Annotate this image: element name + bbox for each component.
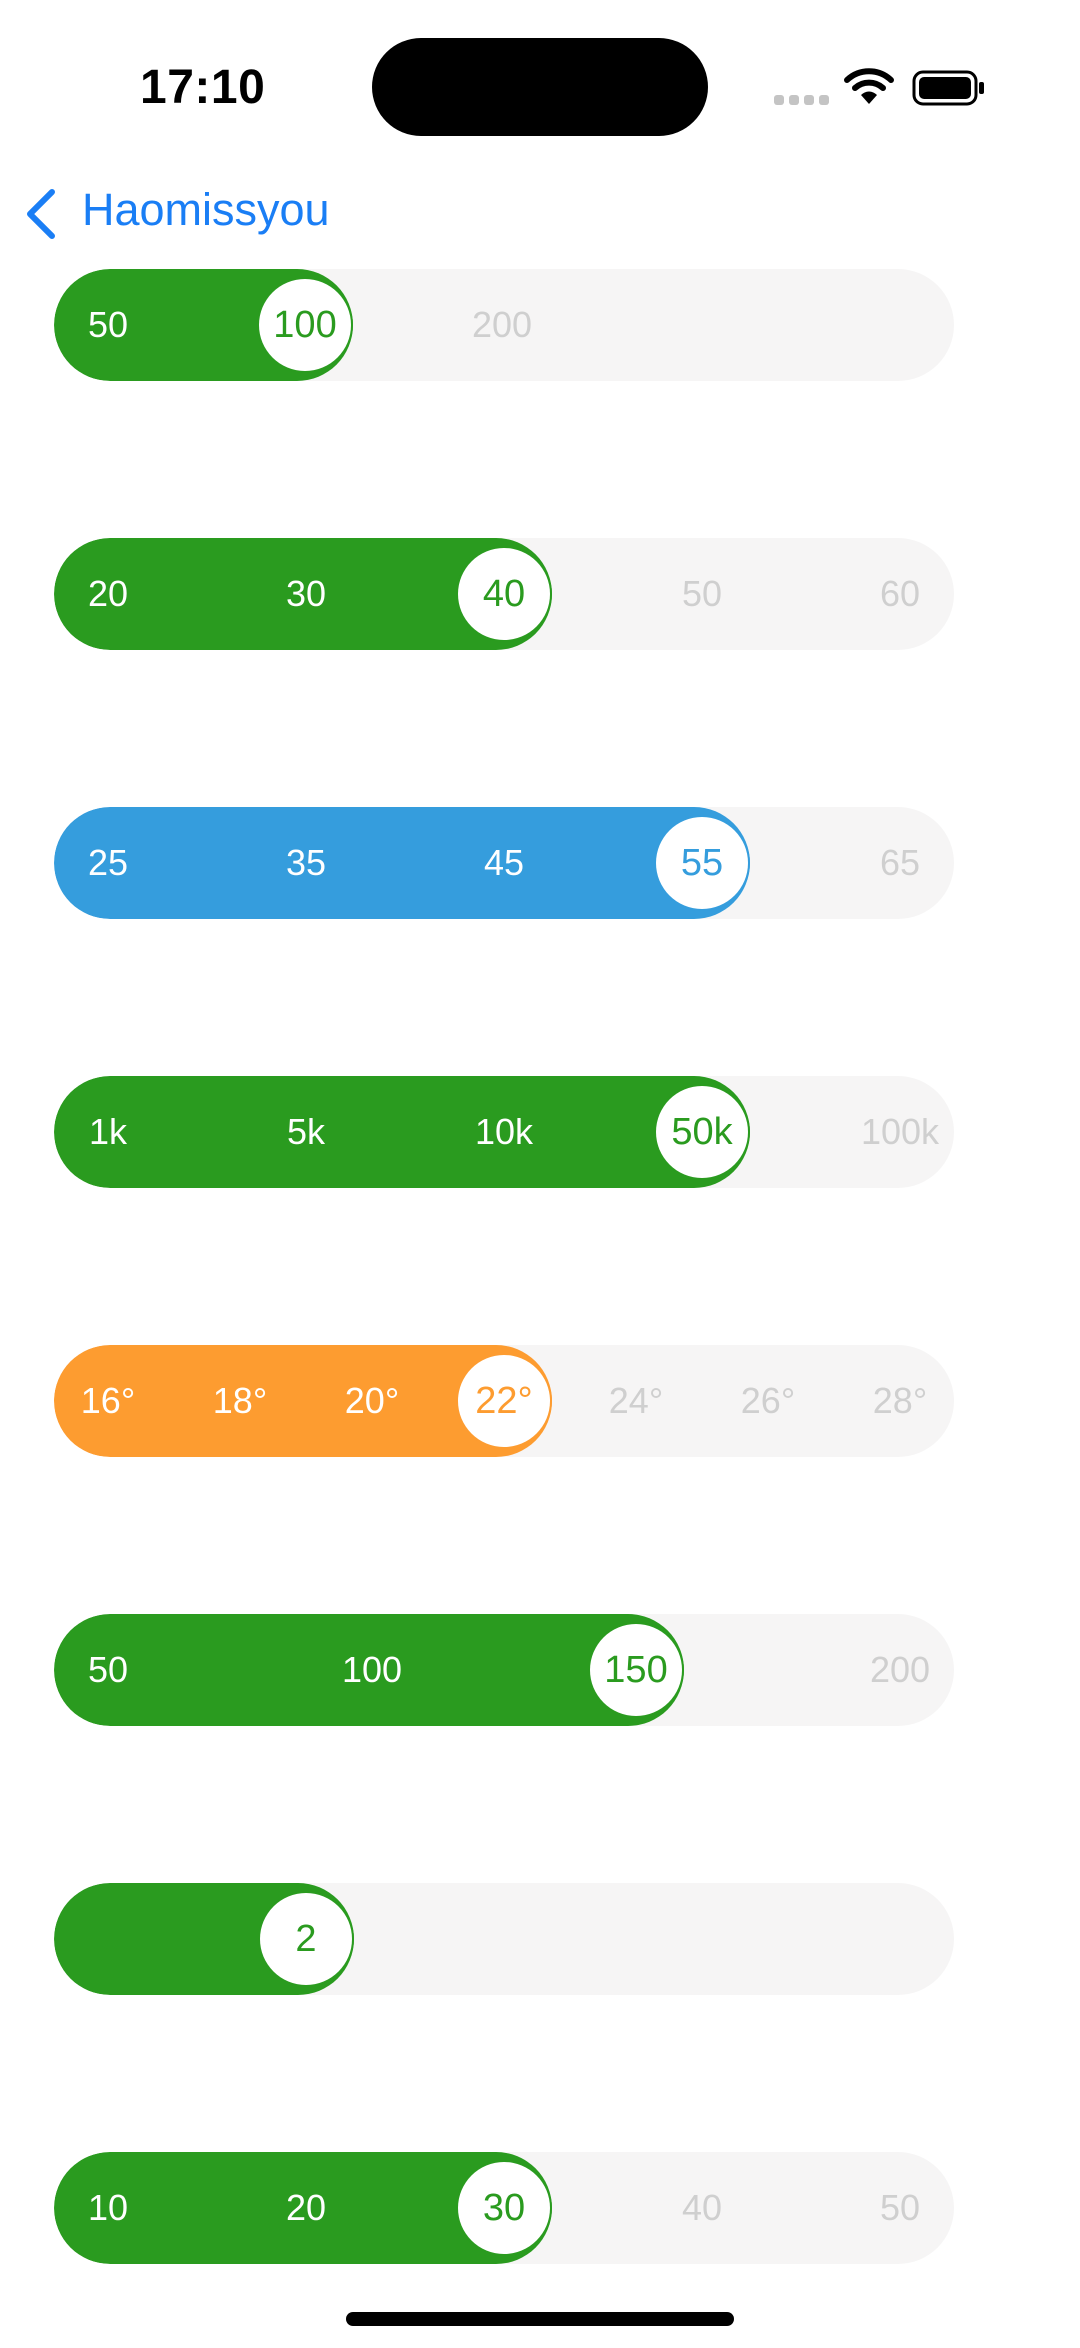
segmented-slider[interactable]: 50 100 200 150 — [54, 1614, 954, 1726]
segmented-slider[interactable]: 2 — [54, 1883, 954, 1995]
slider-fill — [54, 1076, 750, 1188]
slider-tick-label[interactable]: 20 — [88, 538, 128, 650]
slider-tick-label[interactable]: 25 — [88, 807, 128, 919]
slider-thumb[interactable]: 22° — [458, 1355, 550, 1447]
slider-tick-label[interactable]: 28° — [873, 1345, 927, 1457]
slider-tick-label[interactable]: 100k — [861, 1076, 939, 1188]
slider-tick-label[interactable]: 1k — [89, 1076, 127, 1188]
slider-tick-label[interactable]: 24° — [609, 1345, 663, 1457]
slider-tick-label[interactable]: 60 — [880, 538, 920, 650]
slider-thumb[interactable]: 100 — [259, 279, 351, 371]
slider-tick-label[interactable]: 20° — [345, 1345, 399, 1457]
slider-tick-label[interactable]: 26° — [741, 1345, 795, 1457]
slider-tick-label[interactable]: 200 — [472, 269, 532, 381]
wifi-icon — [844, 68, 894, 104]
slider-thumb[interactable]: 55 — [656, 817, 748, 909]
slider-thumb[interactable]: 150 — [590, 1624, 682, 1716]
slider-tick-label[interactable]: 10 — [88, 2152, 128, 2264]
slider-fill — [54, 807, 750, 919]
slider-tick-label[interactable]: 30 — [286, 538, 326, 650]
slider-tick-label[interactable]: 200 — [870, 1614, 930, 1726]
slider-tick-label[interactable]: 10k — [475, 1076, 533, 1188]
home-indicator — [346, 2312, 734, 2326]
battery-icon — [912, 70, 984, 106]
slider-tick-label[interactable]: 65 — [880, 807, 920, 919]
slider-tick-label[interactable]: 50 — [88, 1614, 128, 1726]
slider-tick-label[interactable]: 20 — [286, 2152, 326, 2264]
segmented-slider[interactable]: 16° 18° 20° 24° 26° 28° 22° — [54, 1345, 954, 1457]
segmented-slider[interactable]: 25 35 45 65 55 — [54, 807, 954, 919]
slider-thumb[interactable]: 2 — [260, 1893, 352, 1985]
slider-tick-label[interactable]: 16° — [81, 1345, 135, 1457]
back-button[interactable]: Haomissyou — [82, 184, 330, 236]
segmented-slider[interactable]: 20 30 50 60 40 — [54, 538, 954, 650]
slider-tick-label[interactable]: 18° — [213, 1345, 267, 1457]
slider-tick-label[interactable]: 45 — [484, 807, 524, 919]
slider-thumb[interactable]: 30 — [458, 2162, 550, 2254]
status-time: 17:10 — [140, 61, 266, 114]
slider-tick-label[interactable]: 50 — [880, 2152, 920, 2264]
slider-tick-label[interactable]: 50 — [682, 538, 722, 650]
slider-thumb[interactable]: 40 — [458, 548, 550, 640]
segmented-slider[interactable]: 1k 5k 10k 100k 50k — [54, 1076, 954, 1188]
status-bar: 17:10 — [0, 0, 1080, 170]
dynamic-island — [372, 38, 708, 136]
segmented-slider[interactable]: 10 20 40 50 30 — [54, 2152, 954, 2264]
slider-thumb[interactable]: 50k — [656, 1086, 748, 1178]
segmented-slider[interactable]: 50 200 100 — [54, 269, 954, 381]
slider-tick-label[interactable]: 100 — [342, 1614, 402, 1726]
slider-tick-label[interactable]: 5k — [287, 1076, 325, 1188]
cellular-signal-icon — [774, 95, 830, 107]
slider-tick-label[interactable]: 50 — [88, 269, 128, 381]
slider-tick-label[interactable]: 35 — [286, 807, 326, 919]
chevron-left-icon[interactable] — [22, 186, 62, 242]
slider-tick-label[interactable]: 40 — [682, 2152, 722, 2264]
